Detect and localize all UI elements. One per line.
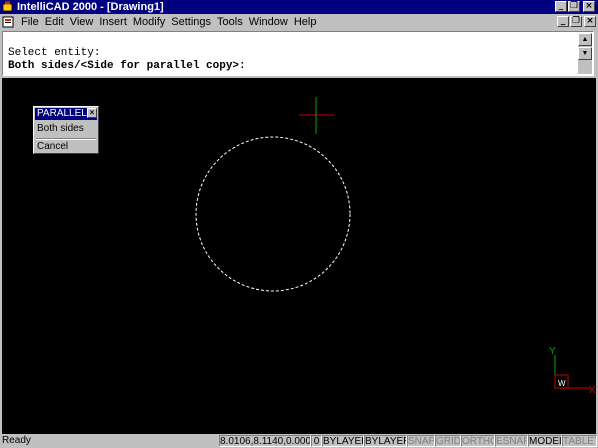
doc-minimize-button[interactable]: _: [557, 16, 569, 27]
snap-toggle[interactable]: SNAP: [407, 435, 435, 447]
close-button[interactable]: ×: [583, 1, 595, 12]
doc-close-button[interactable]: ×: [584, 16, 596, 27]
command-window[interactable]: Select entity: Both sides/<Side for para…: [2, 31, 594, 76]
menu-bar: File Edit View Insert Modify Settings To…: [0, 14, 598, 30]
minimize-button[interactable]: _: [555, 1, 567, 12]
menu-settings[interactable]: Settings: [168, 14, 214, 30]
option-both-sides[interactable]: Both sides: [37, 123, 84, 134]
menu-tools[interactable]: Tools: [214, 14, 246, 30]
menu-window[interactable]: Window: [246, 14, 291, 30]
ucs-y-label: Y: [549, 346, 556, 357]
color-field[interactable]: BYLAYER: [322, 435, 364, 447]
menu-modify[interactable]: Modify: [130, 14, 168, 30]
menu-help[interactable]: Help: [291, 14, 320, 30]
popup-separator: [36, 138, 96, 140]
coordinates-readout: 8.0106,8.1140,0.0000: [219, 435, 311, 447]
layer-field[interactable]: 0: [311, 435, 322, 447]
linetype-field[interactable]: BYLAYER: [364, 435, 407, 447]
scroll-up-arrow-icon[interactable]: ▲: [578, 33, 592, 46]
status-bar: Ready 8.0106,8.1140,0.0000 0 BYLAYER BYL…: [0, 434, 598, 448]
ucs-icon: Y X W: [549, 346, 596, 396]
menu-items: File Edit View Insert Modify Settings To…: [18, 14, 319, 30]
command-history-line: Select entity:: [8, 47, 101, 59]
grid-toggle[interactable]: GRID: [435, 435, 461, 447]
esnap-toggle[interactable]: ESNAP: [495, 435, 528, 447]
model-toggle[interactable]: MODEL: [528, 435, 562, 447]
ortho-toggle[interactable]: ORTHO: [461, 435, 495, 447]
menu-file[interactable]: File: [18, 14, 42, 30]
window-title: IntelliCAD 2000 - [Drawing1]: [17, 1, 164, 13]
command-prompt-line: Both sides/<Side for parallel copy>:: [8, 60, 246, 72]
selected-circle[interactable]: [195, 136, 351, 292]
menu-edit[interactable]: Edit: [42, 14, 67, 30]
doc-restore-button[interactable]: ❐: [570, 16, 582, 27]
title-bar: IntelliCAD 2000 - [Drawing1] _ ❐ ×: [0, 0, 598, 14]
popup-close-icon[interactable]: ×: [87, 108, 97, 118]
restore-button[interactable]: ❐: [568, 1, 580, 12]
menu-insert[interactable]: Insert: [96, 14, 130, 30]
command-scrollbar[interactable]: ▲ ▼: [578, 33, 592, 74]
status-text: Ready: [2, 435, 31, 446]
document-icon[interactable]: [2, 16, 14, 28]
drawing-canvas[interactable]: Y X W PARALLEL × Both sides Cancel: [2, 78, 596, 434]
parallel-prompt-popup: PARALLEL × Both sides Cancel: [33, 106, 99, 154]
ucs-w-label: W: [558, 379, 566, 388]
menu-view[interactable]: View: [67, 14, 97, 30]
tablet-toggle[interactable]: TABLET: [562, 435, 597, 447]
option-cancel[interactable]: Cancel: [37, 141, 68, 152]
ucs-x-label: X: [589, 385, 596, 396]
intellicad-app-icon[interactable]: [2, 1, 13, 12]
scroll-down-arrow-icon[interactable]: ▼: [578, 47, 592, 60]
